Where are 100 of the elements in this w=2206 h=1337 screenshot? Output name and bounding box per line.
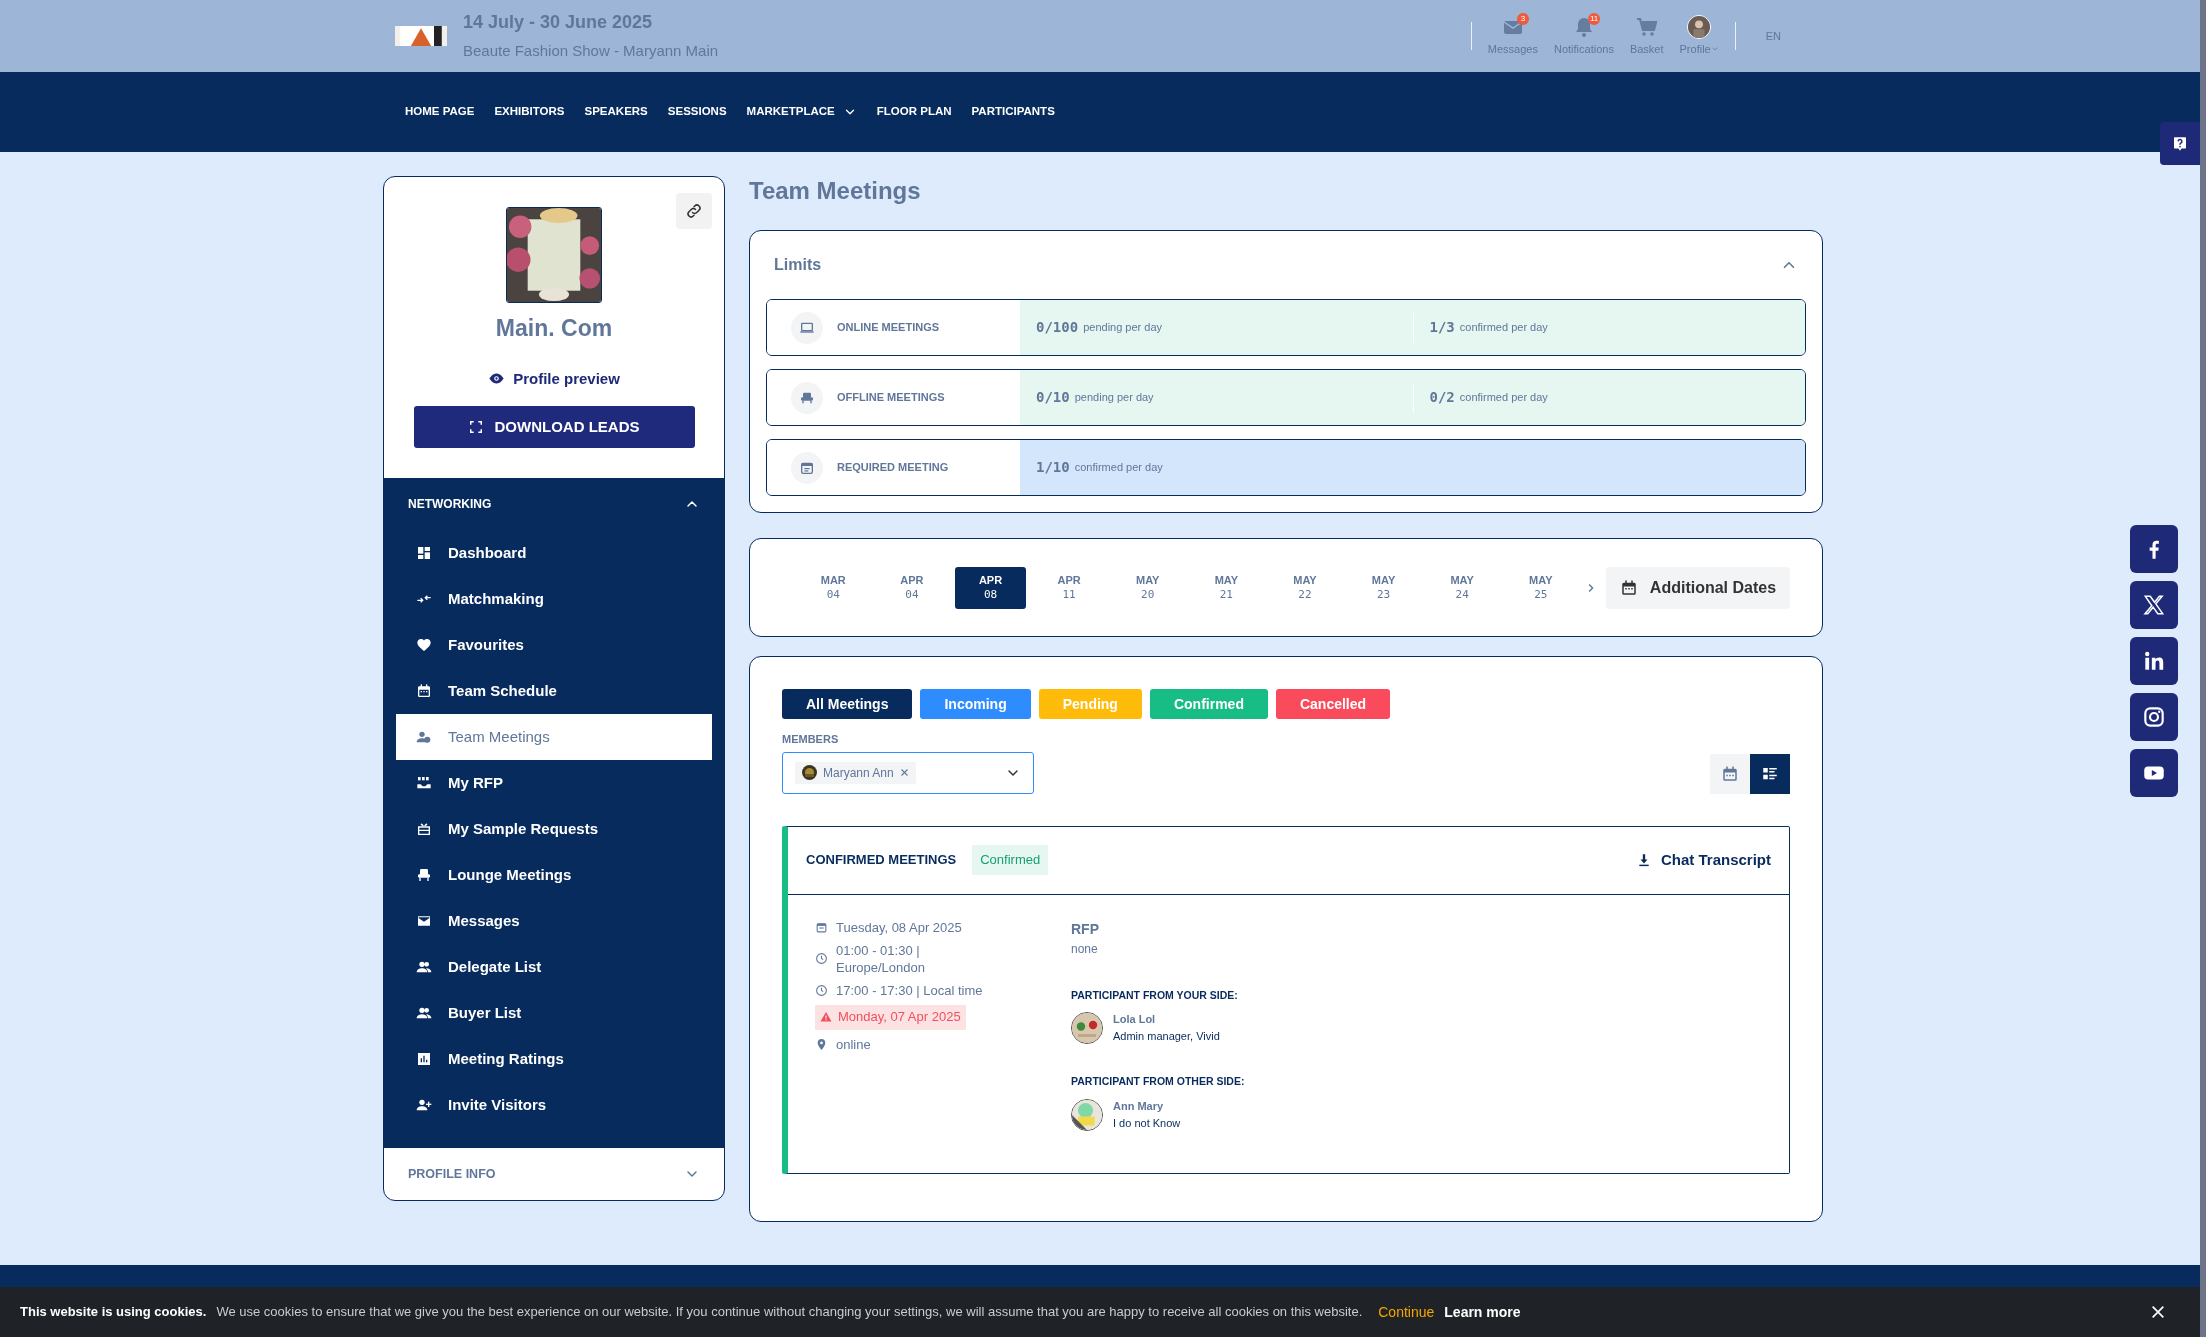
date-tab[interactable]: MAY 20 [1112,566,1184,609]
limit-label: REQUIRED MEETING [837,460,949,476]
nav-link[interactable]: FLOOR PLAN [876,103,952,121]
meeting-type-icon [791,451,823,484]
limit-value: 1/10 [1036,458,1070,477]
continue-link[interactable]: Continue [1378,1301,1435,1323]
event-name: Beaute Fashion Show - Maryann Main [463,41,719,62]
date-tab[interactable]: APR 11 [1033,566,1105,609]
bar-chart-icon [416,1051,432,1067]
social-link[interactable] [2130,581,2178,629]
event-dates: 14 July - 30 June 2025 [463,11,654,35]
date-tab[interactable]: MAY 25 [1505,566,1577,609]
social-link[interactable] [2130,749,2178,797]
chat-transcript-button[interactable]: Chat Transcript [1636,848,1771,872]
nav-link[interactable]: SPEAKERS [584,103,648,121]
participant-heading: PARTICIPANT FROM OTHER SIDE: [1071,1074,1245,1090]
sidebar-item[interactable]: Buyer List [384,990,724,1036]
social-link[interactable] [2130,693,2178,741]
sidebar-item[interactable]: My Sample Requests [384,806,724,852]
networking-section-toggle[interactable]: NETWORKING [384,478,724,530]
people-icon [416,959,432,975]
sidebar-item[interactable]: Team Schedule [384,668,724,714]
cookie-message: We use cookies to ensure that we give you the best experience on our website. If you continue without changing your settings, we will assume that you are happy to receive all cookies on this website. [216,1303,1363,1322]
nav-link[interactable]: HOME PAGE [405,103,475,121]
limit-label: OFFLINE MEETINGS [837,390,945,406]
cookie-title: This website is using cookies. [20,1303,207,1322]
people-icon [416,1005,432,1021]
envelope-icon [416,913,432,929]
add-person-icon [416,1097,432,1113]
sidebar-item[interactable]: Favourites [384,622,724,668]
rfp-value: none [1071,940,1099,958]
sidebar-item[interactable]: Lounge Meetings [384,852,724,898]
sidebar-item[interactable]: My RFP [384,760,724,806]
participant-role: Admin manager, Vivid [1113,1028,1220,1044]
sidebar-item[interactable]: Delegate List [384,944,724,990]
participant-name: Lola Lol [1113,1012,1157,1028]
meeting-detail: Tuesday, 08 Apr 2025 [836,918,962,936]
profile-preview-link[interactable]: Profile preview [488,367,620,390]
date-tab[interactable]: MAY 24 [1426,566,1498,609]
date-tab[interactable]: MAR 04 [798,566,869,609]
sidebar-item[interactable]: Invite Visitors [384,1082,724,1128]
view-toggle[interactable] [1710,753,1750,794]
calendar-icon [1619,578,1638,597]
limit-value: 0/100 [1036,318,1079,337]
additional-dates-button[interactable]: Additional Dates [1605,566,1791,609]
date-warning: Monday, 07 Apr 2025 [815,1004,966,1030]
limit-caption: confirmed per day [1459,390,1548,406]
limit-label: ONLINE MEETINGS [837,320,940,336]
download-leads-button[interactable]: DOWNLOAD LEADS [413,406,695,448]
people-icon [416,729,432,745]
download-icon [1636,853,1651,867]
members-select[interactable]: Maryann Ann [782,751,1034,794]
calendar-icon [815,920,828,934]
social-link[interactable] [2130,525,2178,573]
date-tab[interactable]: APR 08 [955,566,1026,609]
date-tab[interactable]: MAY 22 [1269,566,1341,609]
members-label: MEMBERS [782,732,840,747]
sidebar-item[interactable]: Meeting Ratings [384,1036,724,1082]
participant-heading: PARTICIPANT FROM YOUR SIDE: [1071,987,1239,1003]
member-chip: Maryann Ann [795,761,916,784]
close-icon [2150,1304,2166,1320]
meeting-heading: CONFIRMED MEETINGS [806,851,957,870]
date-tab[interactable]: MAY 23 [1348,566,1419,609]
caret-icon [1710,45,1719,53]
help-icon [2171,134,2189,153]
instagram-icon [2141,704,2167,730]
nav-link[interactable]: SESSIONS [667,103,727,121]
sidebar-item[interactable]: Dashboard [384,530,724,576]
social-link[interactable] [2130,637,2178,685]
nav-link[interactable]: MARKETPLACE [746,103,857,121]
dashboard-icon [416,545,432,561]
help-button[interactable] [2160,122,2200,165]
limit-value: 0/10 [1036,388,1070,407]
armchair-icon [416,867,432,883]
learn-more-link[interactable]: Learn more [1444,1301,1521,1323]
count-badge: 3 [1516,12,1529,25]
warning-icon [820,1011,832,1023]
date-tab[interactable]: APR 04 [876,566,948,609]
nav-link[interactable]: EXHIBITORS [494,103,565,121]
link-icon [685,202,703,220]
sidebar-item[interactable]: Team Meetings [396,714,712,760]
company-name: Main. Com [495,314,613,343]
clock-icon [815,952,828,965]
profile-info-toggle[interactable]: PROFILE INFO [384,1148,724,1200]
expand-icon [468,420,483,434]
limit-caption: confirmed per day [1459,320,1548,336]
filter-button[interactable]: All Meetings [782,689,913,719]
clock-icon [815,983,828,997]
sidebar-item[interactable]: Messages [384,898,724,944]
limit-value: 0/2 [1429,388,1455,407]
meeting-detail: 01:00 - 01:30 | Europe/London [836,941,926,976]
limits-toggle[interactable]: Limits [766,231,1806,299]
sidebar-item[interactable]: Matchmaking [384,576,724,622]
view-toggle[interactable] [1750,753,1790,794]
date-tab[interactable]: MAY 21 [1191,566,1262,609]
remove-icon [899,768,909,777]
copy-link-button[interactable] [676,193,712,229]
limit-caption: pending per day [1074,390,1154,406]
nav-link[interactable]: PARTICIPANTS [971,103,1055,121]
limit-caption: pending per day [1083,320,1163,336]
